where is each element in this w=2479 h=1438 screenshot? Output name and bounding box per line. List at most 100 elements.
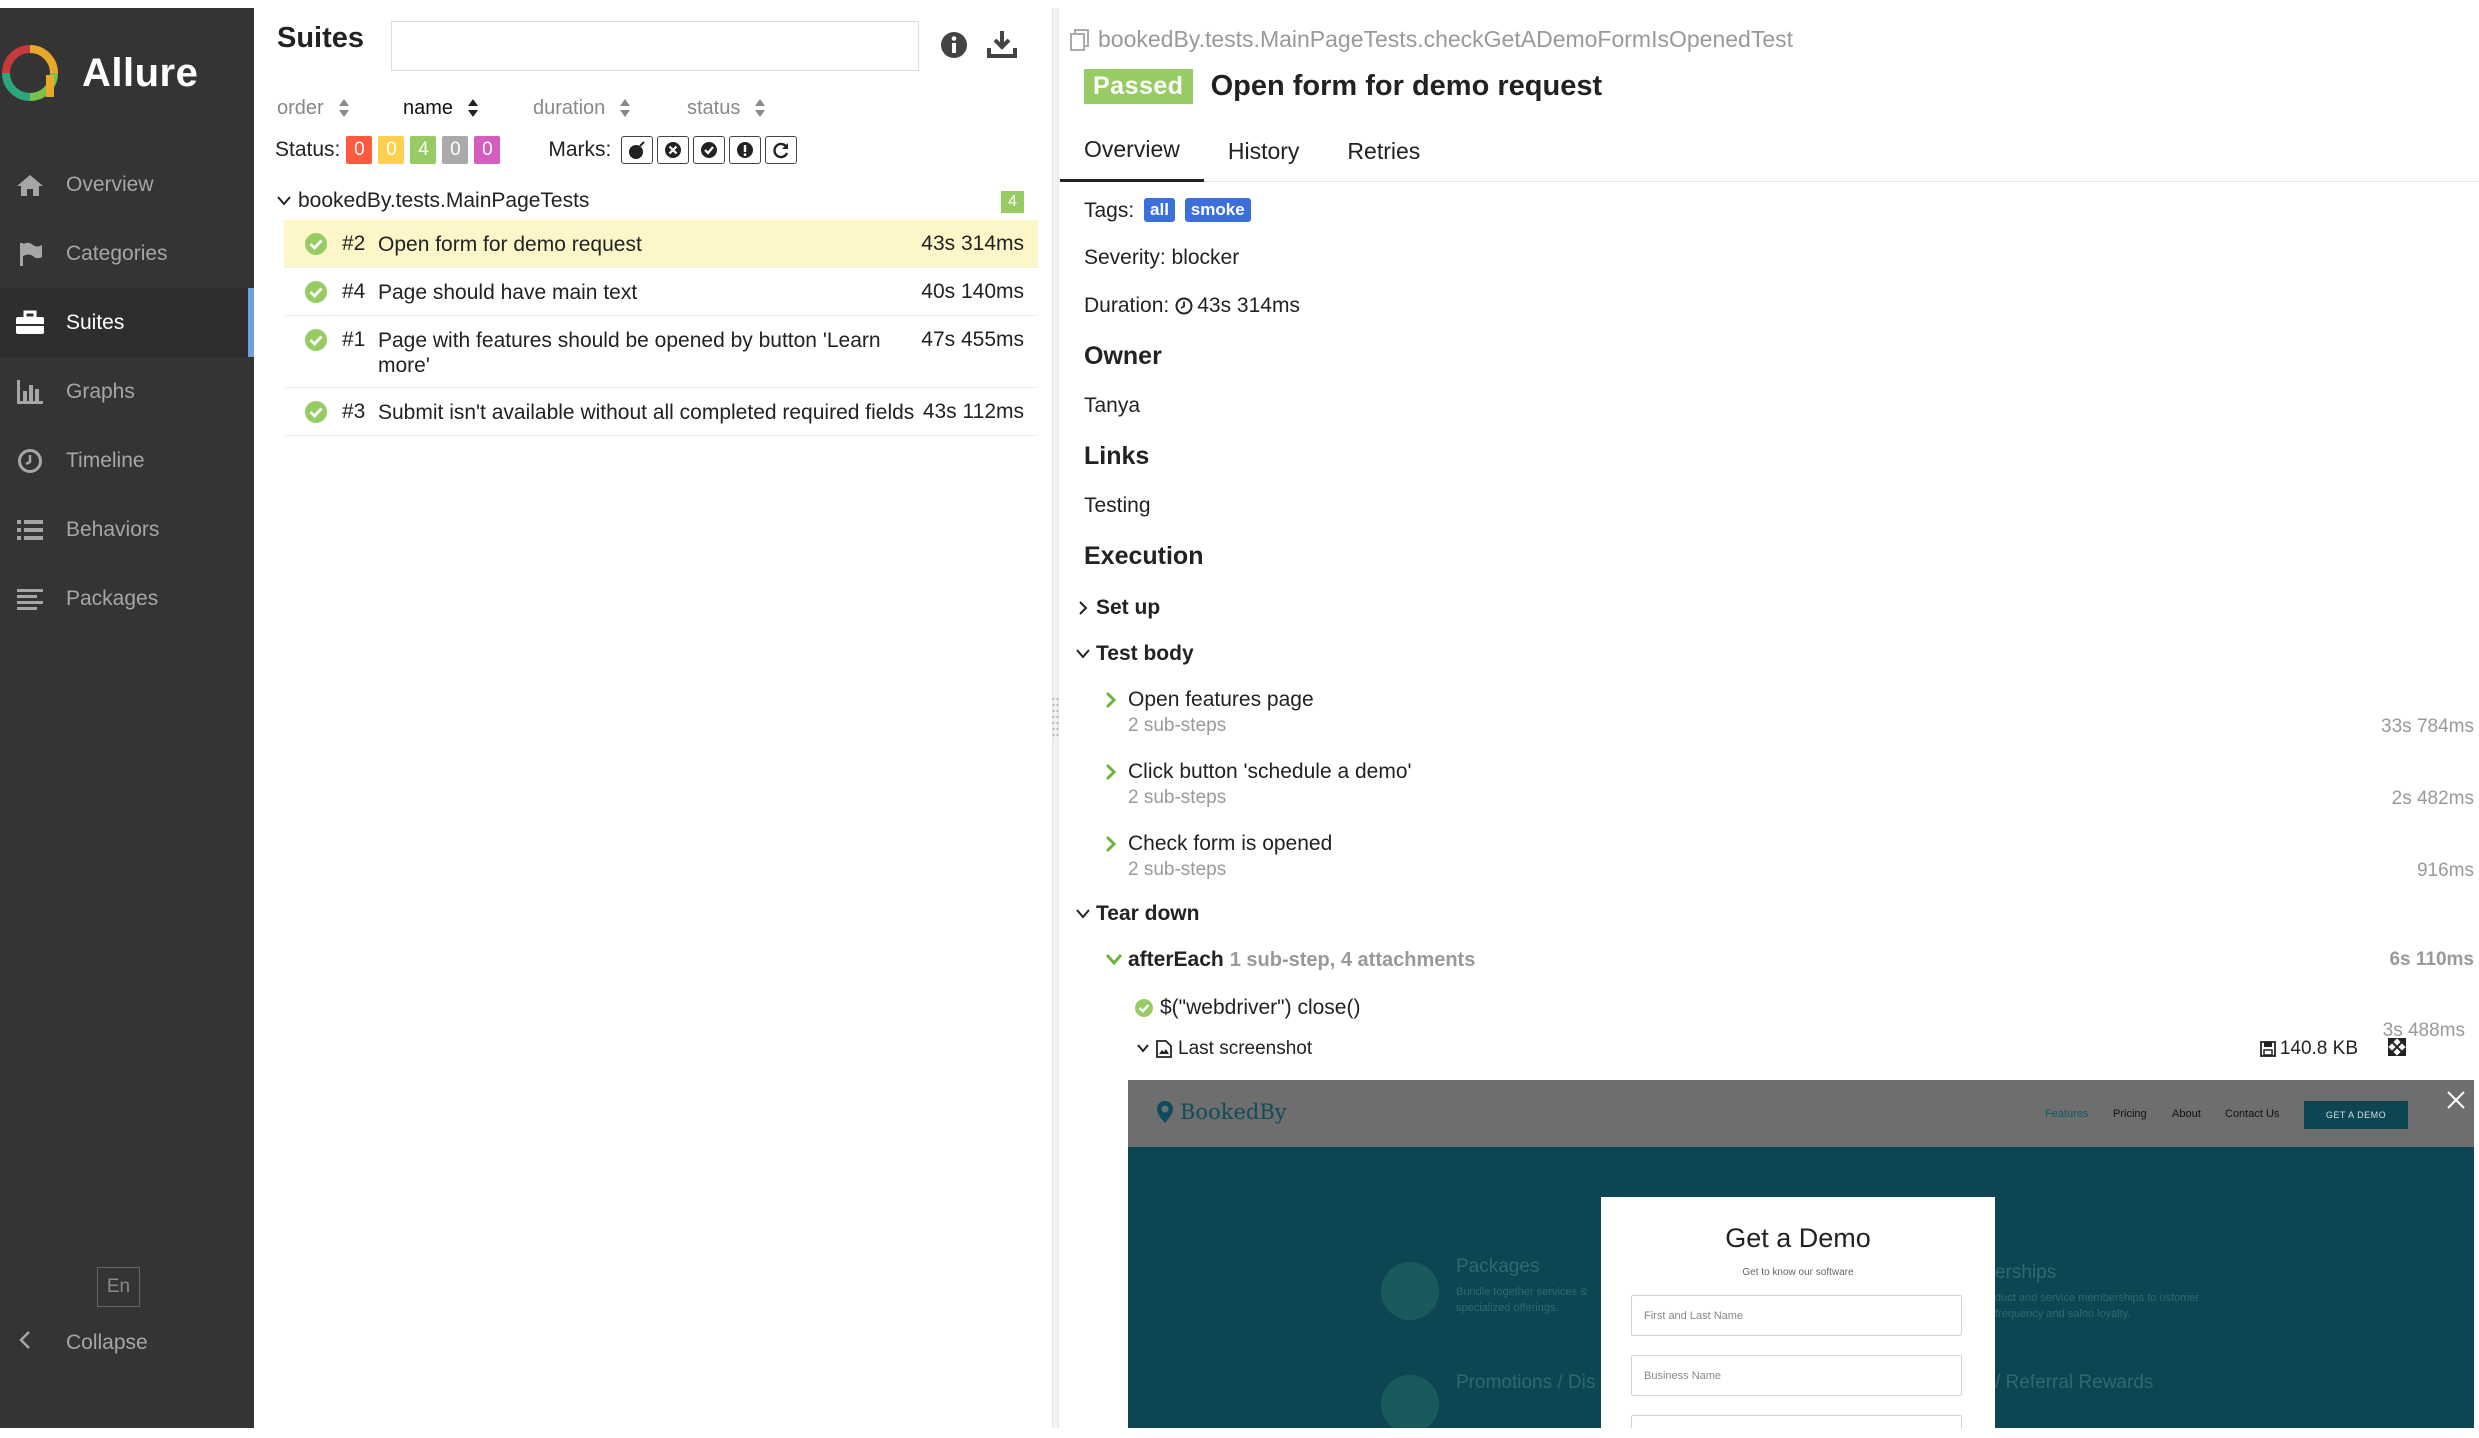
shot-feature-icon: [1381, 1375, 1439, 1428]
teardown-toggle[interactable]: Tear down: [1074, 902, 1199, 926]
language-switch[interactable]: En: [97, 1267, 140, 1307]
download-icon[interactable]: [986, 28, 1018, 60]
sidebar-item-behaviors[interactable]: Behaviors: [0, 495, 254, 564]
shot-feature: / Referral Rewards: [1995, 1372, 2153, 1394]
suite-name: bookedBy.tests.MainPageTests: [298, 189, 590, 212]
shot-feature-title: / Referral Rewards: [1995, 1372, 2154, 1393]
shot-cta-button: GET A DEMO: [2304, 1101, 2408, 1129]
attachment-screenshot: BookedBy Features Pricing About Contact …: [1128, 1080, 2474, 1428]
new-failed-icon[interactable]: [657, 136, 690, 164]
sidebar-item-label: Packages: [66, 586, 159, 610]
test-name: Page should have main text: [378, 281, 638, 304]
tab-overview[interactable]: Overview: [1060, 120, 1204, 182]
info-icon[interactable]: [939, 30, 969, 60]
brand[interactable]: Allure: [0, 38, 198, 108]
status-badge-unknown[interactable]: 0: [474, 136, 501, 164]
duration-label: Duration:: [1084, 294, 1170, 317]
test-number: #2: [342, 232, 366, 255]
sort-controls: order name duration status: [277, 92, 766, 124]
sidebar-item-overview[interactable]: Overview: [0, 150, 254, 219]
image-file-icon: [1156, 1040, 1172, 1058]
new-passed-icon[interactable]: [693, 136, 726, 164]
tab-retries[interactable]: Retries: [1323, 120, 1444, 182]
sort-name[interactable]: name: [403, 97, 533, 120]
briefcase-icon: [12, 310, 48, 336]
step-duration: 2s 482ms: [2391, 788, 2474, 809]
flaky-bomb-icon[interactable]: [621, 136, 654, 164]
test-body-toggle[interactable]: Test body: [1074, 642, 1194, 666]
tab-history[interactable]: History: [1204, 120, 1324, 182]
status-badge-failed[interactable]: 0: [346, 136, 373, 164]
webdriver-step[interactable]: $("webdriver") close(): [1134, 996, 1360, 1020]
sidebar-item-graphs[interactable]: Graphs: [0, 357, 254, 426]
clock-icon: [1175, 297, 1193, 315]
sort-icon: [468, 99, 479, 117]
link-testing[interactable]: Testing: [1084, 494, 1151, 518]
sidebar-item-packages[interactable]: Packages: [0, 564, 254, 633]
sort-icon: [620, 99, 631, 117]
sort-status[interactable]: status: [687, 97, 766, 120]
tag-badge: smoke: [1184, 198, 1251, 222]
shot-feature-title: Promotions / Dis: [1456, 1372, 1596, 1393]
align-left-icon: [12, 587, 48, 611]
list-icon: [12, 518, 48, 542]
drag-handle-icon[interactable]: [1051, 695, 1060, 741]
test-name: Submit isn't available without all compl…: [378, 401, 915, 424]
shot-nav-link: Contact Us: [2225, 1108, 2280, 1120]
step-row[interactable]: Click button 'schedule a demo' 2 sub-ste…: [1104, 760, 2474, 809]
after-each-name: afterEach: [1128, 948, 1224, 971]
sidebar-item-categories[interactable]: Categories: [0, 219, 254, 288]
chevron-left-icon: [18, 1330, 38, 1356]
flag-icon: [12, 241, 48, 267]
sidebar-item-suites[interactable]: Suites: [0, 288, 254, 357]
sidebar: Allure Overview Categories Suites Graphs: [0, 8, 254, 1428]
sidebar-item-label: Suites: [66, 310, 125, 334]
attachment-row[interactable]: Last screenshot 140.8 KB: [1134, 1038, 2410, 1060]
tags-label: Tags:: [1084, 199, 1135, 222]
sidebar-item-label: Timeline: [66, 448, 145, 472]
sidebar-item-timeline[interactable]: Timeline: [0, 426, 254, 495]
setup-toggle[interactable]: Set up: [1074, 596, 1160, 620]
sorter-label: status: [687, 96, 741, 119]
after-each-row[interactable]: afterEach 1 sub-step, 4 attachments 6s 1…: [1104, 948, 2474, 972]
retries-icon[interactable]: [765, 136, 798, 164]
new-broken-icon[interactable]: [729, 136, 762, 164]
shot-navbar: BookedBy Features Pricing About Contact …: [1128, 1080, 2474, 1147]
test-row[interactable]: #3 Submit isn't available without all co…: [284, 388, 1038, 436]
expand-icon[interactable]: [2388, 1038, 2406, 1056]
step-row[interactable]: Open features page 2 sub-steps 33s 784ms: [1104, 688, 2474, 737]
marks-label: Marks:: [548, 138, 612, 161]
links-heading: Links: [1084, 442, 1150, 470]
sort-order[interactable]: order: [277, 97, 403, 120]
shot-logo: BookedBy: [1156, 1100, 1287, 1124]
execution-heading: Execution: [1084, 542, 1204, 570]
search-input[interactable]: [391, 21, 919, 71]
test-row[interactable]: #4 Page should have main text 40s 140ms: [284, 268, 1038, 316]
shot-nav-link: About: [2172, 1108, 2201, 1120]
home-icon: [12, 173, 48, 197]
status-badge-skipped[interactable]: 0: [442, 136, 469, 164]
sidebar-nav: Overview Categories Suites Graphs Timeli…: [0, 150, 254, 633]
test-name: Page with features should be opened by b…: [378, 329, 881, 377]
test-number: #1: [342, 328, 366, 351]
teardown-label: Tear down: [1096, 902, 1200, 925]
status-badge-passed[interactable]: 4: [410, 136, 437, 164]
step-row[interactable]: Check form is opened 2 sub-steps 916ms: [1104, 832, 2474, 881]
copy-icon[interactable]: [1068, 28, 1092, 52]
status-badge-broken[interactable]: 0: [378, 136, 405, 164]
shot-feature-desc: Bundle together services & specialized o…: [1456, 1286, 1588, 1314]
allure-logo-icon: [2, 45, 58, 101]
status-badge: Passed: [1084, 69, 1193, 104]
step-chevron-icon: [1105, 691, 1117, 709]
test-number: #3: [342, 400, 366, 423]
suite-header[interactable]: bookedBy.tests.MainPageTests 4: [268, 182, 1038, 220]
chevron-down-icon: [277, 196, 291, 206]
test-title: Open form for demo request: [1210, 70, 1603, 102]
suites-pane: Suites order name duration status Status…: [254, 8, 1052, 1428]
test-row[interactable]: #2 Open form for demo request 43s 314ms: [284, 220, 1038, 268]
collapse-button[interactable]: Collapse: [0, 1318, 148, 1368]
after-each-duration: 6s 110ms: [2389, 949, 2474, 970]
test-row[interactable]: #1 Page with features should be opened b…: [284, 316, 1038, 388]
sort-duration[interactable]: duration: [533, 97, 687, 120]
bar-chart-icon: [12, 379, 48, 405]
